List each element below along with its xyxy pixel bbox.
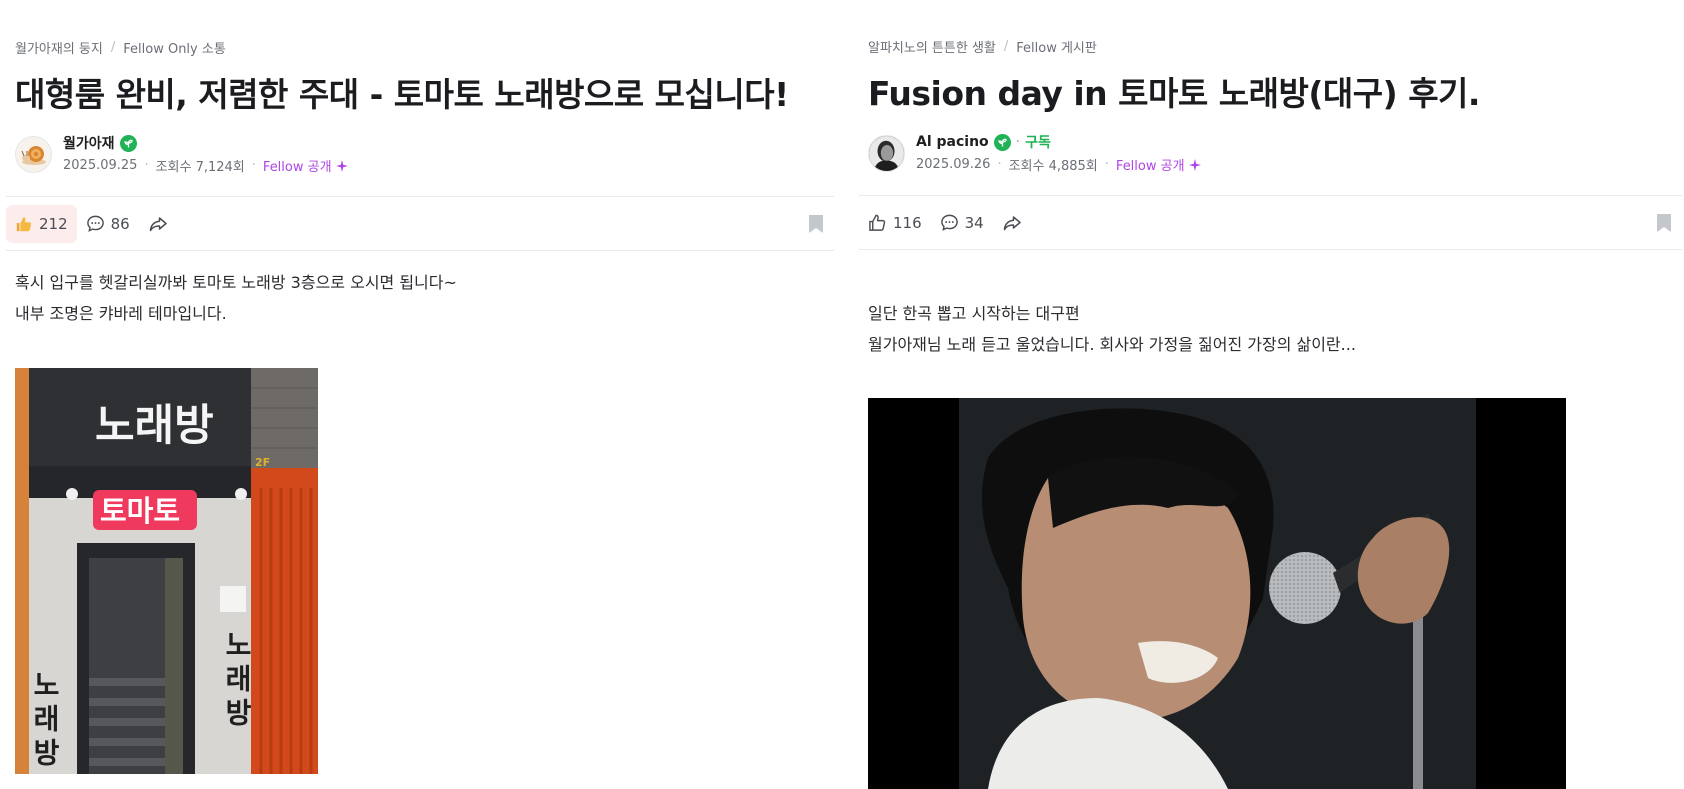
karaoke-entrance-photo: 노래방 토마토 2F 노래방 노래방 (15, 368, 318, 774)
thumbs-up-icon (16, 216, 32, 231)
breadcrumb-community[interactable]: 월가아재의 둥지 (15, 38, 103, 57)
author-avatar[interactable] (868, 134, 905, 172)
photo-floor: 2F (255, 456, 270, 469)
body-line: 혹시 입구를 헷갈리실까봐 토마토 노래방 3층으로 오시면 됩니다~ (15, 273, 457, 292)
sparkle-icon (335, 159, 348, 172)
breadcrumb-separator: / (110, 40, 116, 55)
like-count: 212 (39, 214, 68, 233)
photo-vertical-right: 노래방 (221, 630, 254, 732)
author-block: 월가아재 2025.09.25 · 조회수 7,124회 · Fellow 공개 (15, 133, 349, 175)
bookmark-button[interactable] (1656, 213, 1672, 237)
post-date: 2025.09.26 (916, 157, 991, 172)
snail-avatar-icon (20, 146, 46, 165)
post-title: Fusion day in 토마토 노래방(대구) 후기. (868, 74, 1480, 113)
breadcrumb: 알파치노의 튼튼한 생활 / Fellow 게시판 (868, 37, 1097, 56)
post-right: 알파치노의 튼튼한 생활 / Fellow 게시판 Fusion day in … (859, 0, 1682, 789)
post-title: 대형룸 완비, 저렴한 주대 - 토마토 노래방으로 모십니다! (15, 75, 789, 114)
visibility-label: Fellow 공개 (1116, 155, 1202, 174)
comment-button[interactable]: 86 (77, 205, 139, 243)
thumbs-up-icon (869, 214, 886, 231)
view-count: 조회수 7,124회 (155, 160, 245, 175)
photo-vertical-left: 노래방 (29, 670, 62, 772)
fellow-badge-icon (119, 134, 137, 152)
portrait-avatar-icon (869, 135, 904, 171)
comment-icon (86, 215, 104, 232)
share-icon (1003, 215, 1021, 230)
like-button[interactable]: 212 (6, 204, 77, 243)
breadcrumb: 월가아재의 둥지 / Fellow Only 소통 (15, 38, 226, 57)
like-count: 116 (893, 213, 922, 232)
photo-sign-top: 노래방 (95, 401, 214, 451)
author-avatar[interactable] (15, 135, 52, 173)
bookmark-icon (1657, 214, 1671, 232)
like-button[interactable]: 116 (859, 204, 931, 242)
body-line: 월가아재님 노래 듣고 울었습니다. 회사와 가정을 짊어진 가장의 삶이란..… (868, 335, 1356, 354)
post-left: 월가아재의 둥지 / Fellow Only 소통 대형룸 완비, 저렴한 주대… (6, 0, 834, 789)
share-button[interactable] (993, 204, 1031, 242)
breadcrumb-separator: / (1003, 39, 1009, 54)
subscribe-button[interactable]: 구독 (1025, 132, 1051, 152)
author-name[interactable]: Al pacino (916, 134, 989, 150)
post-date: 2025.09.25 (63, 158, 138, 173)
breadcrumb-board[interactable]: Fellow Only 소통 (123, 38, 226, 57)
author-name[interactable]: 월가아재 (63, 133, 115, 153)
post-body: 일단 한곡 뽑고 시작하는 대구편 월가아재님 노래 듣고 울었습니다. 회사와… (868, 298, 1356, 360)
author-block: Al pacino · 구독 2025.09.26 · 조회수 4,885회 ·… (868, 132, 1202, 174)
share-button[interactable] (139, 205, 177, 243)
sparkle-icon (1188, 158, 1201, 171)
comment-icon (940, 214, 958, 231)
share-icon (149, 216, 167, 231)
body-line: 일단 한곡 뽑고 시작하는 대구편 (868, 304, 1080, 323)
comment-count: 34 (964, 213, 984, 232)
post-body: 혹시 입구를 헷갈리실까봐 토마토 노래방 3층으로 오시면 됩니다~ 내부 조… (15, 267, 457, 329)
comment-button[interactable]: 34 (931, 204, 993, 242)
breadcrumb-board[interactable]: Fellow 게시판 (1016, 37, 1097, 56)
bookmark-button[interactable] (808, 214, 824, 238)
body-line: 내부 조명은 캬바레 테마입니다. (15, 304, 227, 323)
action-bar: 116 34 (859, 195, 1682, 250)
bookmark-icon (809, 215, 823, 233)
visibility-label: Fellow 공개 (263, 156, 349, 175)
photo-sign-main: 토마토 (100, 494, 180, 528)
comment-count: 86 (110, 214, 130, 233)
singer-video-frame[interactable] (868, 398, 1566, 789)
fellow-badge-icon (993, 133, 1011, 151)
breadcrumb-community[interactable]: 알파치노의 튼튼한 생활 (868, 37, 996, 56)
view-count: 조회수 4,885회 (1008, 159, 1098, 174)
action-bar: 212 86 (6, 196, 834, 251)
